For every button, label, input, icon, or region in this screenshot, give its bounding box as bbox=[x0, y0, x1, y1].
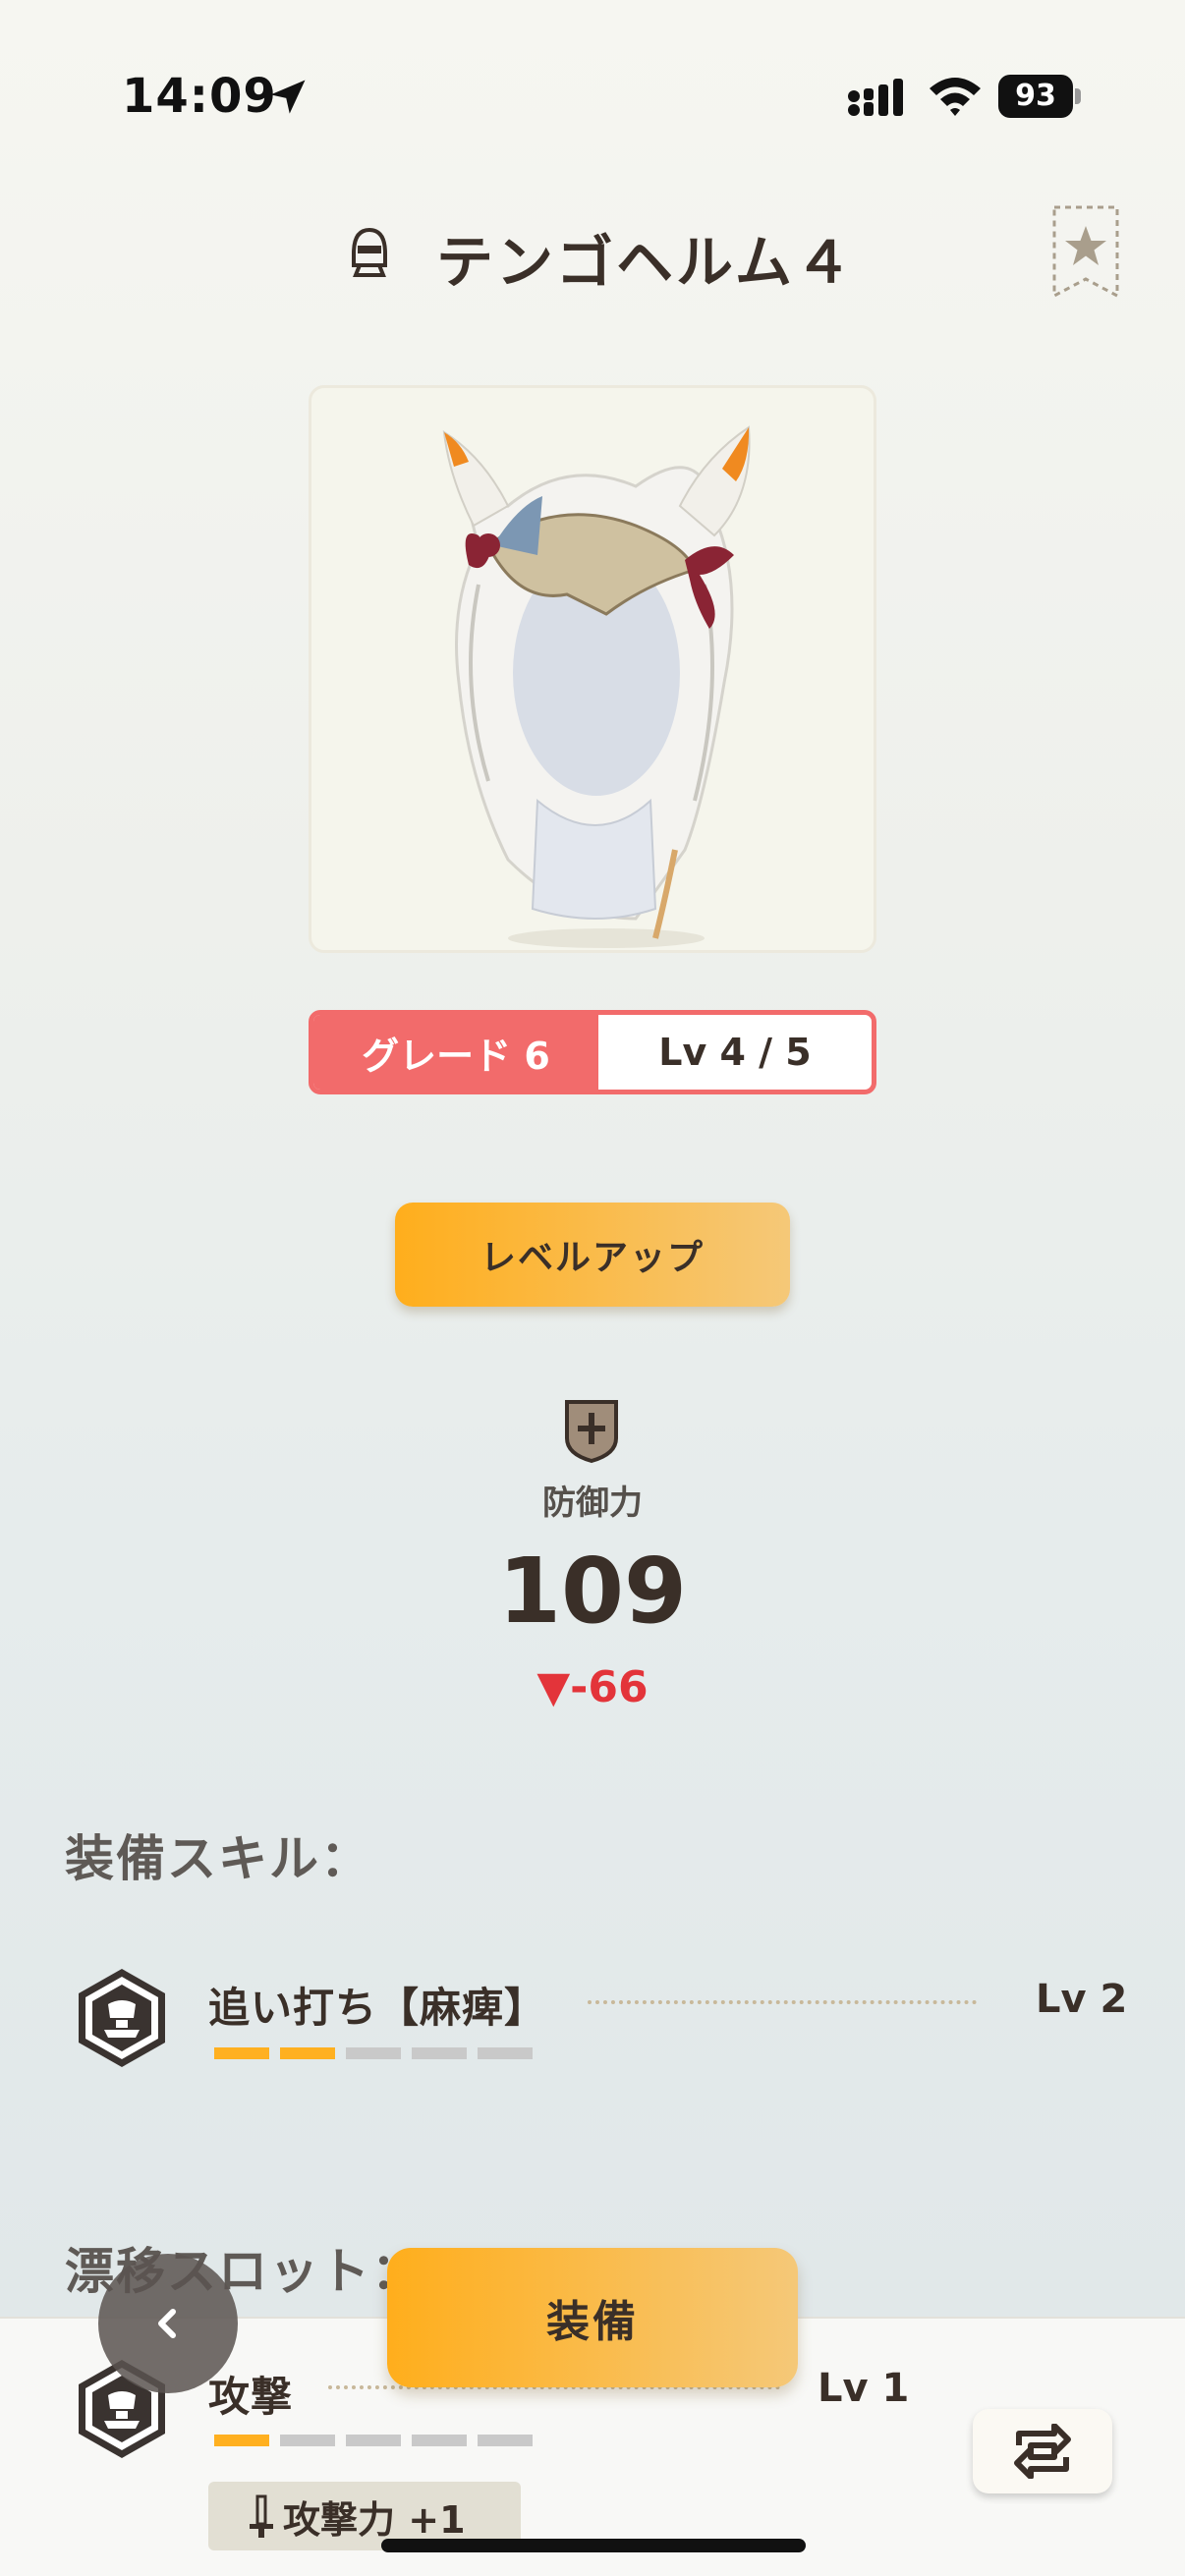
cellular-signal-icon bbox=[848, 79, 903, 116]
pip bbox=[412, 2435, 467, 2446]
pip bbox=[214, 2435, 269, 2446]
level-up-button[interactable]: レベルアップ bbox=[395, 1203, 790, 1307]
battery-tip bbox=[1075, 88, 1081, 104]
slot-level: Lv 1 bbox=[818, 2366, 910, 2411]
favorite-bookmark-icon[interactable] bbox=[1051, 204, 1120, 299]
helmet-icon bbox=[352, 227, 387, 277]
level-label: Lv 4 / 5 bbox=[658, 1031, 812, 1074]
sword-icon bbox=[250, 2494, 273, 2538]
leader-dots bbox=[588, 2000, 977, 2004]
location-arrow-icon bbox=[270, 80, 306, 114]
pip bbox=[280, 2435, 335, 2446]
status-time: 14:09 bbox=[122, 69, 277, 124]
skill-name: 追い打ち【麻痺】 bbox=[208, 1984, 547, 2032]
grade-label: グレード 6 bbox=[313, 1015, 598, 1090]
chevron-left-icon bbox=[158, 2309, 176, 2338]
skill-level-pips bbox=[214, 2047, 533, 2059]
defense-delta: ▼-66 bbox=[536, 1662, 649, 1712]
pip bbox=[478, 2047, 533, 2059]
slot-level-pips bbox=[214, 2435, 533, 2446]
page-title: テンゴヘルム４ bbox=[436, 229, 855, 296]
swap-arrows-icon bbox=[1014, 2424, 1071, 2479]
pip bbox=[412, 2047, 467, 2059]
armor-preview-image bbox=[309, 385, 876, 953]
wifi-icon bbox=[930, 78, 981, 116]
battery-indicator: 93 bbox=[998, 75, 1081, 118]
battery-level: 93 bbox=[998, 75, 1073, 118]
defense-value: 109 bbox=[497, 1539, 688, 1644]
pip bbox=[280, 2047, 335, 2059]
pip bbox=[346, 2435, 401, 2446]
home-indicator bbox=[381, 2539, 806, 2552]
defense-shield-icon bbox=[565, 1400, 618, 1464]
equip-button[interactable]: 装備 bbox=[387, 2248, 798, 2387]
equip-skills-title: 装備スキル： bbox=[65, 1830, 371, 1887]
skill-level: Lv 2 bbox=[1036, 1977, 1128, 2022]
skill-row[interactable]: 追い打ち【麻痺】 Lv 2 bbox=[0, 1965, 1185, 2073]
swap-button[interactable] bbox=[973, 2409, 1112, 2493]
grade-level-badge: グレード 6 Lv 4 / 5 bbox=[309, 1010, 876, 1094]
slot-name: 攻撃 bbox=[208, 2373, 294, 2421]
back-button[interactable] bbox=[98, 2254, 238, 2393]
attack-bonus-text: 攻撃力 +1 bbox=[283, 2497, 466, 2542]
skill-icon bbox=[79, 1969, 165, 2067]
pip bbox=[478, 2435, 533, 2446]
pip bbox=[346, 2047, 401, 2059]
pip bbox=[214, 2047, 269, 2059]
defense-label: 防御力 bbox=[542, 1484, 643, 1523]
